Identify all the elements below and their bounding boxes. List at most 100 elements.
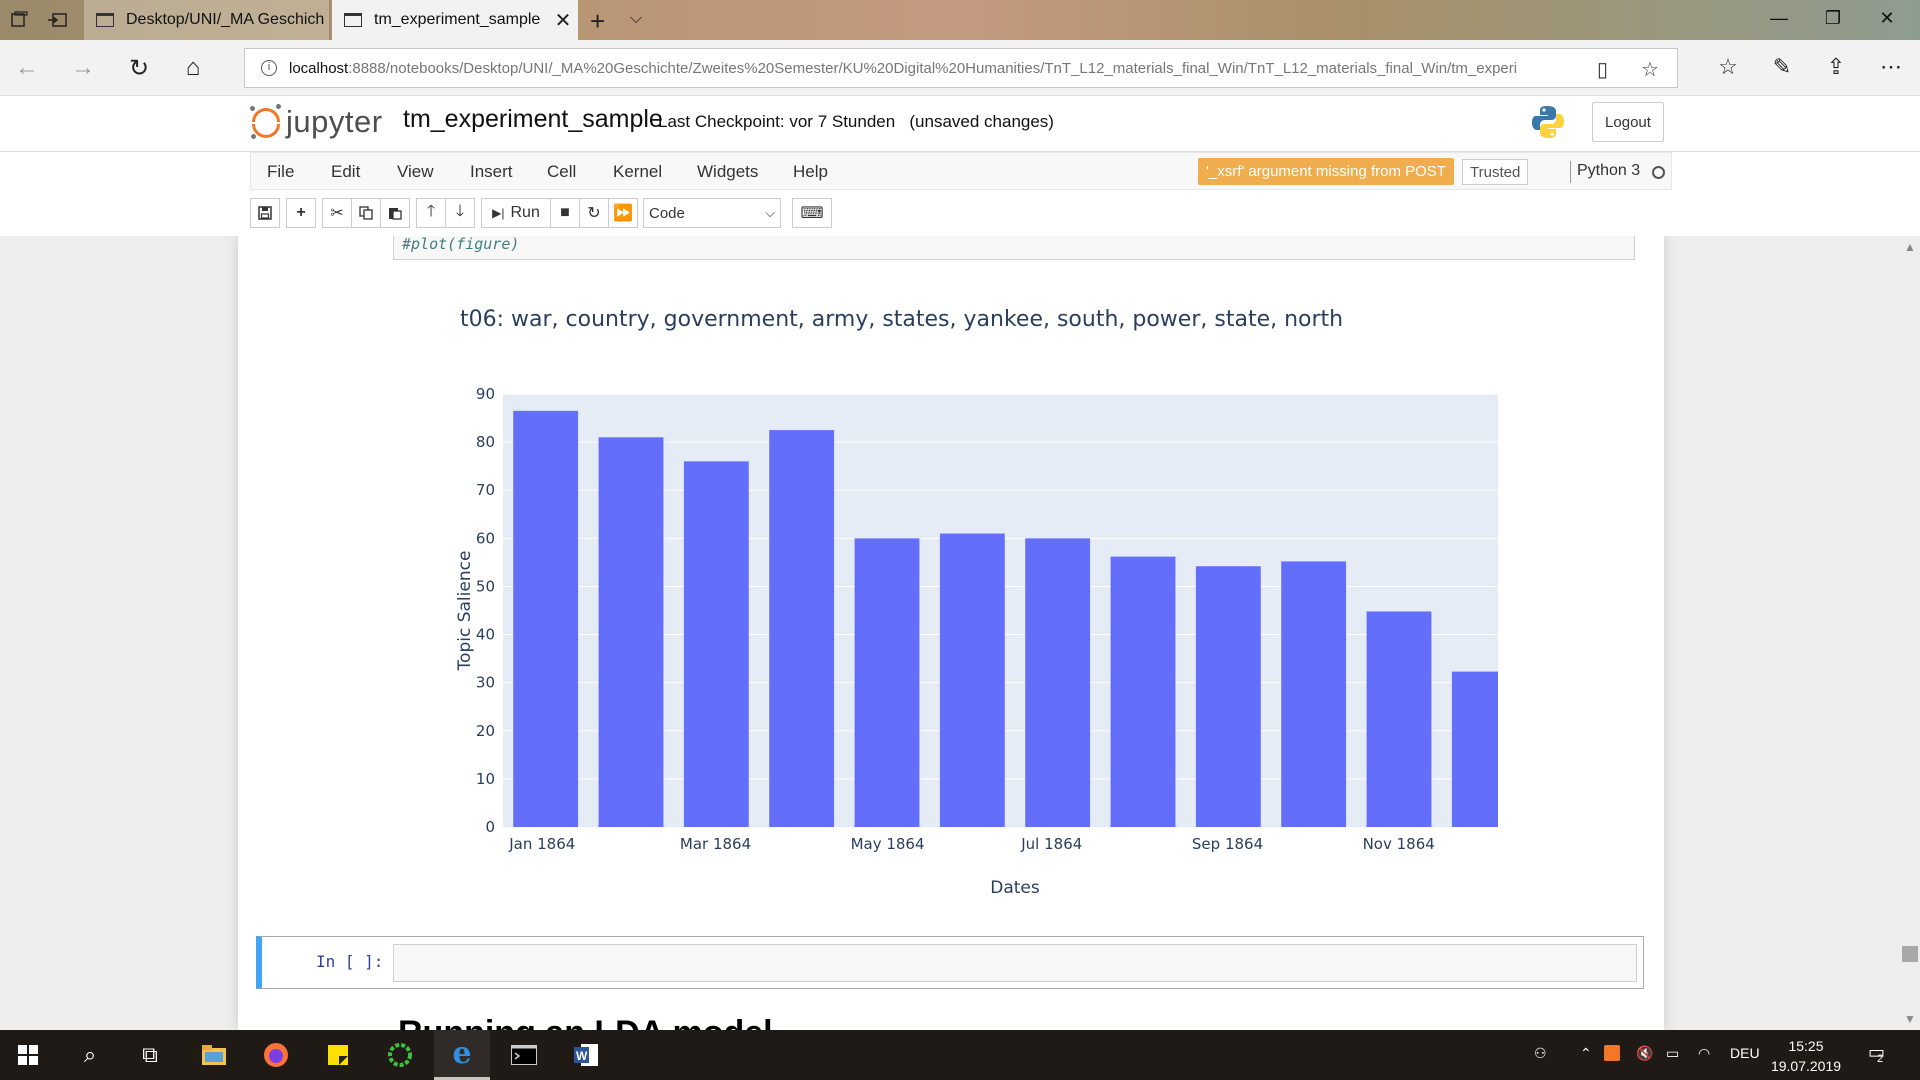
- menu-edit[interactable]: Edit: [331, 162, 360, 182]
- back-arrow-icon[interactable]: ←: [12, 54, 42, 82]
- trusted-badge[interactable]: Trusted: [1462, 159, 1529, 185]
- cell-type-select[interactable]: Code ⌵: [643, 198, 781, 228]
- menu-file[interactable]: File: [267, 162, 294, 182]
- file-explorer-icon[interactable]: [186, 1030, 242, 1080]
- info-icon[interactable]: i: [261, 60, 277, 76]
- bar-may-1864[interactable]: [854, 538, 920, 827]
- menu-kernel[interactable]: Kernel: [613, 162, 662, 182]
- code-cell-selected[interactable]: In [ ]:: [256, 936, 1644, 989]
- move-up-icon[interactable]: 🡑: [416, 198, 446, 228]
- loading-app-icon[interactable]: [372, 1030, 428, 1080]
- restart-icon[interactable]: ↻: [579, 198, 609, 228]
- edge-browser-icon[interactable]: e: [434, 1030, 490, 1080]
- kernel-separator: [1570, 161, 1571, 183]
- bar-mar-1864[interactable]: [683, 461, 749, 827]
- scroll-up-icon[interactable]: ▲: [1904, 240, 1916, 254]
- stop-icon[interactable]: ■: [550, 198, 580, 228]
- app-tray-icon[interactable]: [1604, 1045, 1620, 1064]
- y-tick-label: 90: [476, 385, 495, 403]
- tab-desktop-uni[interactable]: Desktop/UNI/_MA Geschich: [84, 0, 330, 40]
- scroll-down-icon[interactable]: ▼: [1904, 1012, 1916, 1026]
- word-icon[interactable]: W: [558, 1030, 614, 1080]
- volume-mute-icon[interactable]: 🔇: [1636, 1045, 1653, 1062]
- url-text: localhost:8888/notebooks/Desktop/UNI/_MA…: [289, 60, 1589, 77]
- search-icon[interactable]: ⌕: [62, 1030, 118, 1080]
- favorites-list-icon[interactable]: ☆: [1713, 54, 1743, 80]
- bar-oct-1864[interactable]: [1281, 561, 1347, 827]
- cut-icon[interactable]: ✂: [322, 198, 352, 228]
- minimize-icon[interactable]: —: [1764, 8, 1794, 29]
- logout-button[interactable]: Logout: [1592, 102, 1664, 142]
- y-tick-label: 30: [476, 674, 495, 692]
- home-icon[interactable]: ⌂: [178, 54, 208, 82]
- menu-help[interactable]: Help: [793, 162, 828, 182]
- menu-widgets[interactable]: Widgets: [697, 162, 758, 182]
- menu-view[interactable]: View: [397, 162, 434, 182]
- firefox-icon[interactable]: [248, 1030, 304, 1080]
- terminal-icon[interactable]: [496, 1030, 552, 1080]
- y-axis-label: Topic Salience: [455, 551, 475, 672]
- wifi-icon[interactable]: ◠: [1698, 1045, 1710, 1062]
- bar-chart[interactable]: 0 10 20 30 40 50 60 70 80 90 Jan 1864 Mar 1864 May 1…: [378, 366, 1498, 926]
- restore-icon[interactable]: ❐: [1818, 8, 1848, 29]
- copy-icon[interactable]: [351, 198, 381, 228]
- paste-icon[interactable]: [380, 198, 410, 228]
- input-prompt: In [ ]:: [316, 952, 384, 971]
- windows-start-icon[interactable]: [0, 1030, 56, 1080]
- url-host: localhost: [289, 59, 349, 77]
- tab-tm-experiment[interactable]: tm_experiment_sample ✕: [332, 0, 578, 40]
- move-down-icon[interactable]: 🡓: [445, 198, 475, 228]
- bar-jan-1864[interactable]: [513, 410, 579, 827]
- set-aside-tabs-icon[interactable]: [46, 9, 68, 31]
- language-indicator[interactable]: DEU: [1730, 1045, 1760, 1061]
- fast-forward-icon[interactable]: ⏩: [608, 198, 638, 228]
- battery-icon[interactable]: ▭: [1666, 1045, 1679, 1062]
- more-menu-icon[interactable]: ⋯: [1876, 54, 1906, 80]
- jupyter-logo[interactable]: jupyter: [250, 104, 383, 140]
- add-cell-icon[interactable]: +: [286, 198, 316, 228]
- close-tab-icon[interactable]: ✕: [548, 8, 578, 33]
- chevron-up-icon[interactable]: ⌃: [1580, 1045, 1592, 1062]
- scroll-thumb[interactable]: [1902, 946, 1918, 962]
- y-tick-label: 70: [476, 481, 495, 499]
- bar-jul-1864[interactable]: [1025, 538, 1091, 827]
- reading-view-icon[interactable]: ▯: [1597, 57, 1608, 82]
- keyboard-icon[interactable]: ⌨: [792, 198, 832, 228]
- people-icon[interactable]: ⚇: [1534, 1045, 1547, 1062]
- refresh-icon[interactable]: ↻: [124, 54, 154, 83]
- bar-nov-1864[interactable]: [1366, 611, 1432, 827]
- bar-aug-1864[interactable]: [1110, 556, 1176, 827]
- sticky-notes-icon[interactable]: [310, 1030, 366, 1080]
- previous-code-cell[interactable]: #plot(figure): [393, 236, 1635, 260]
- clock[interactable]: 15:25 19.07.2019: [1766, 1036, 1846, 1076]
- notebook-name[interactable]: tm_experiment_sample: [403, 105, 663, 134]
- url-field[interactable]: i localhost:8888/notebooks/Desktop/UNI/_…: [244, 48, 1678, 88]
- markdown-heading: Running an LDA model: [398, 1014, 773, 1030]
- run-label: Run: [510, 204, 540, 221]
- forward-arrow-icon[interactable]: →: [68, 54, 98, 82]
- xsrf-warning-badge[interactable]: '_xsrf' argument missing from POST: [1198, 158, 1454, 185]
- vertical-scrollbar[interactable]: ▲ ▼: [1900, 236, 1920, 1030]
- notifications-icon[interactable]: ▭2: [1868, 1042, 1891, 1065]
- bar-apr-1864[interactable]: [769, 430, 835, 827]
- code-input[interactable]: [393, 944, 1637, 982]
- menu-insert[interactable]: Insert: [470, 162, 513, 182]
- run-button[interactable]: ▶| Run: [481, 198, 551, 228]
- new-tab-icon[interactable]: +: [590, 6, 605, 37]
- bar-feb-1864[interactable]: [598, 437, 664, 827]
- favorite-star-icon[interactable]: ☆: [1641, 57, 1659, 82]
- share-icon[interactable]: ⇪: [1821, 54, 1851, 80]
- save-icon[interactable]: [250, 198, 280, 228]
- tab-title: tm_experiment_sample: [374, 11, 541, 28]
- x-tick-label: Mar 1864: [680, 835, 751, 853]
- bar-dec-1864[interactable]: [1451, 671, 1498, 827]
- pen-icon[interactable]: ✎: [1767, 54, 1797, 80]
- menu-cell[interactable]: Cell: [547, 162, 576, 182]
- x-tick-label: Jan 1864: [508, 835, 575, 853]
- task-view-icon[interactable]: ⧉: [122, 1030, 178, 1080]
- bar-jun-1864[interactable]: [939, 533, 1005, 827]
- tab-actions-icon[interactable]: [8, 9, 30, 31]
- bar-sep-1864[interactable]: [1195, 566, 1261, 827]
- close-window-icon[interactable]: ✕: [1872, 8, 1902, 29]
- chevron-down-icon[interactable]: ⌵: [630, 10, 642, 28]
